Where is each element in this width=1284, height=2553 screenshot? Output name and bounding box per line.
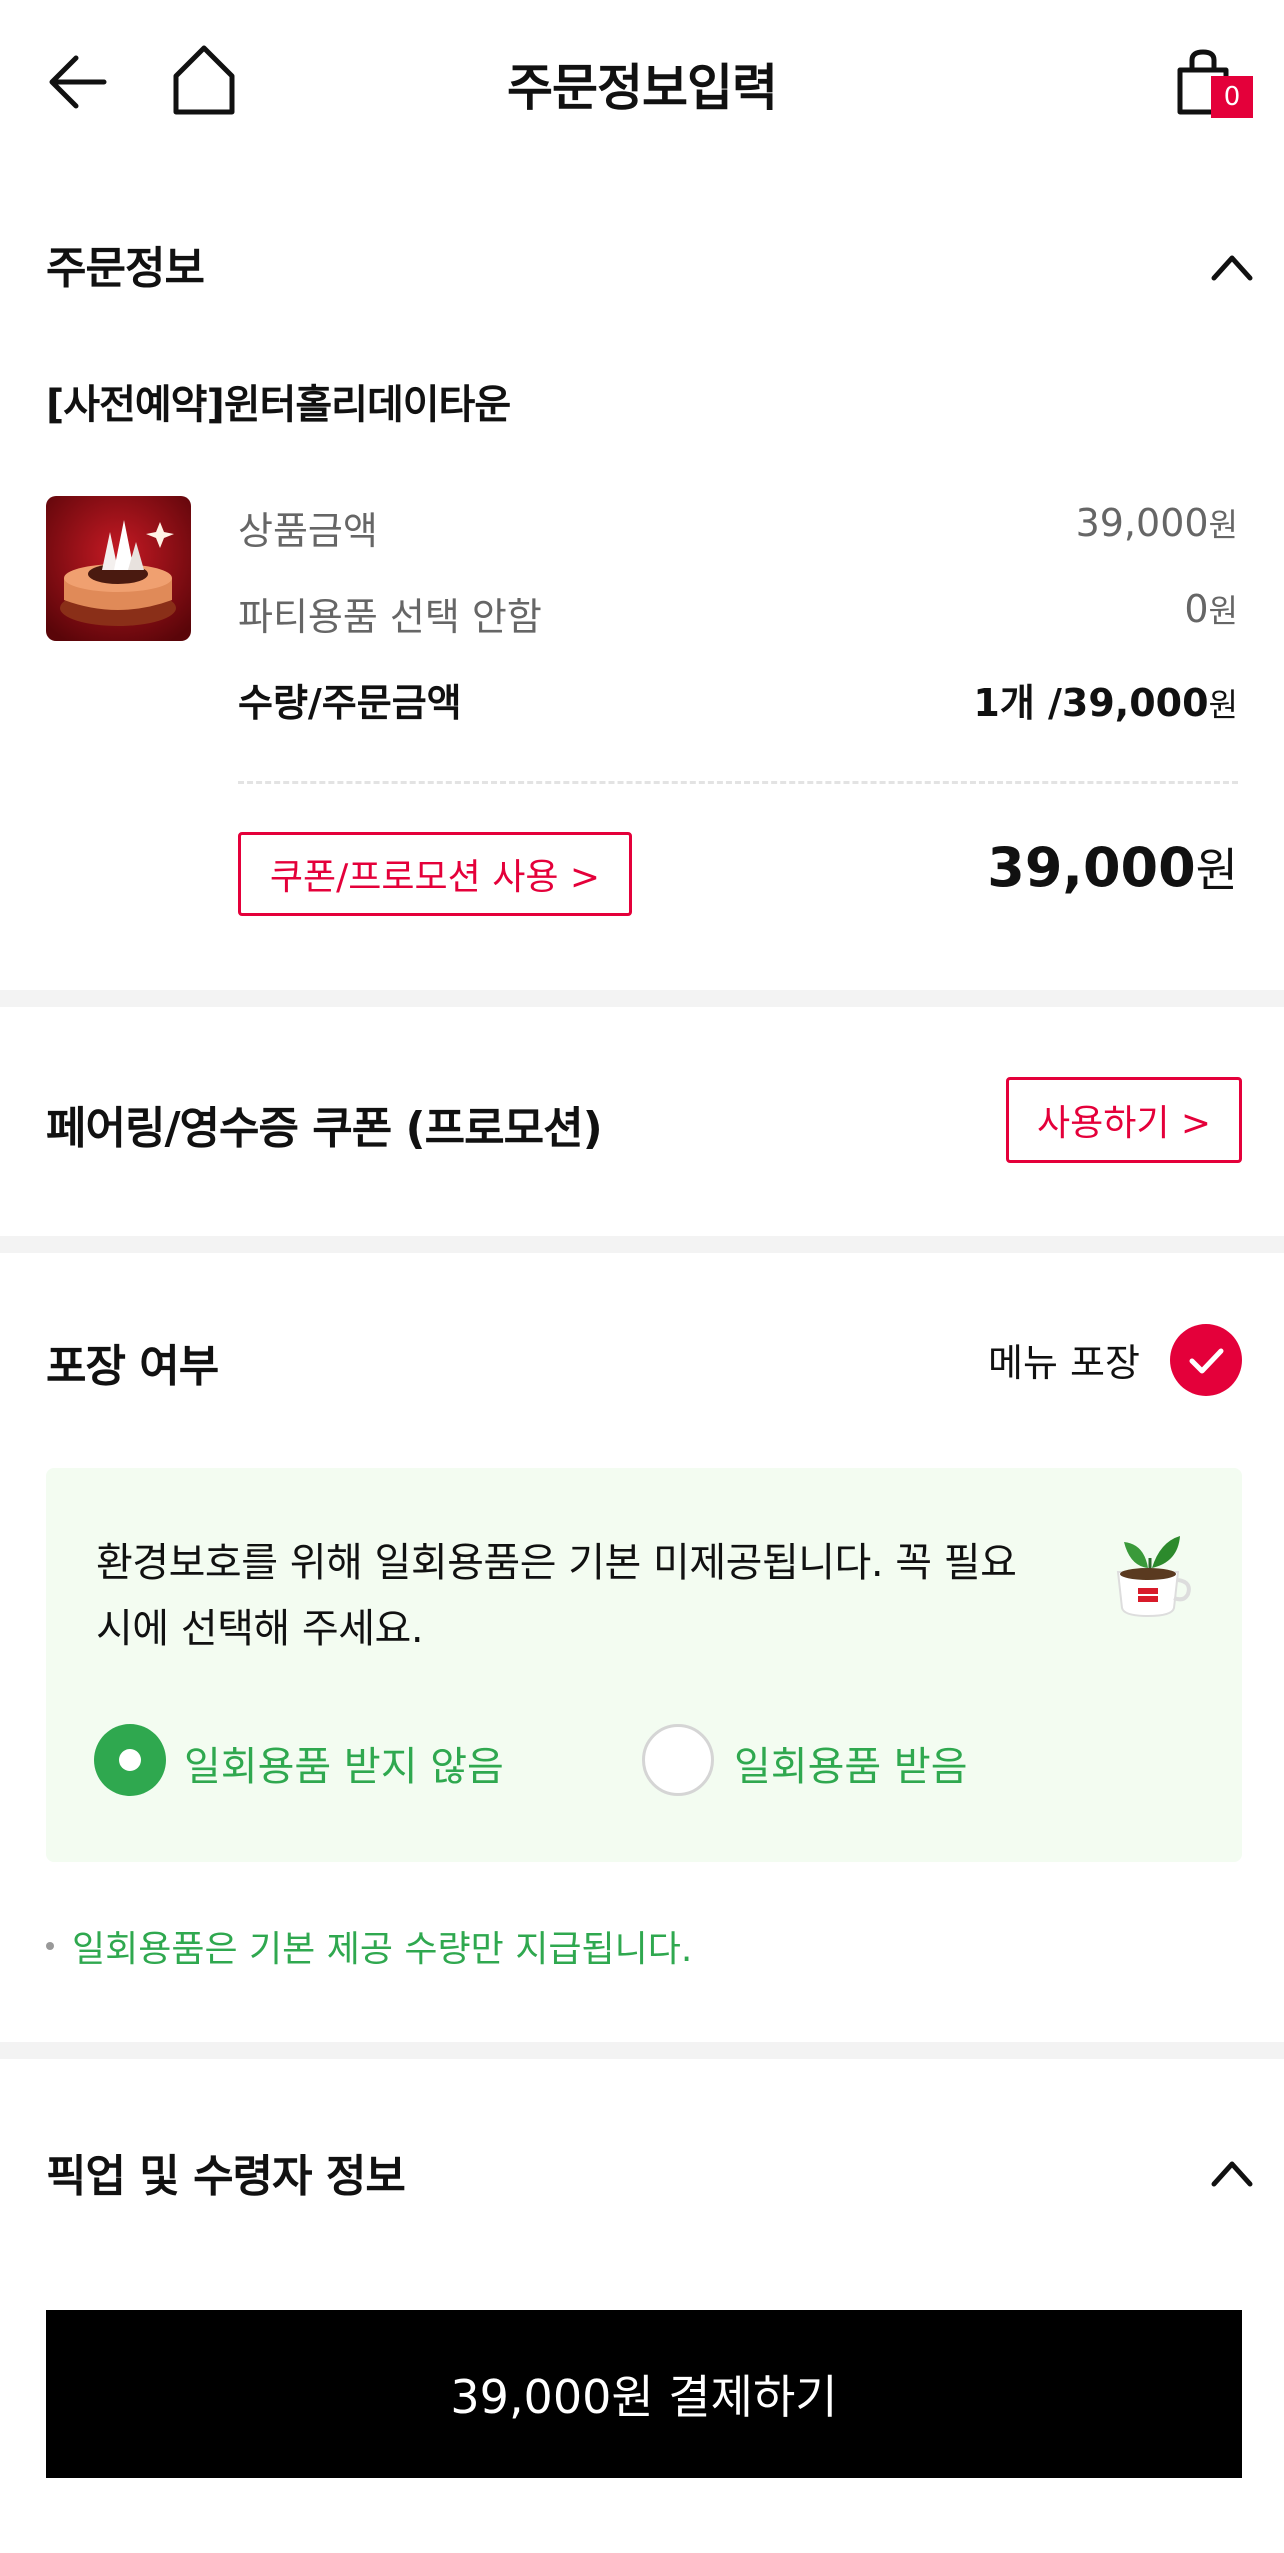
disposables-note: 일회용품은 기본 제공 수량만 지급됩니다. [72, 1929, 693, 1970]
product-name: [사전예약]윈터홀리데이타운 [46, 382, 511, 428]
party-goods-label: 파티용품 선택 안함 [238, 595, 542, 639]
coupon-promotion-button[interactable]: 쿠폰/프로모션 사용 > [238, 832, 632, 916]
pairing-coupon-title: 페어링/영수증 쿠폰 (프로모션) [46, 1103, 603, 1154]
eco-notice-text: 환경보호를 위해 일회용품은 기본 미제공됩니다. 꼭 필요시에 선택해 주세요… [96, 1540, 1017, 1652]
eco-notice-box [46, 1468, 1242, 1862]
quantity-amount-value: 1개 /39,000원 [973, 681, 1238, 725]
cart-count-badge: 0 [1211, 76, 1253, 118]
receive-disposables-radio[interactable] [642, 1724, 714, 1796]
order-info-title: 주문정보 [46, 243, 205, 294]
coffee-cup-icon [1116, 1536, 1191, 1618]
check-icon [1189, 1348, 1224, 1374]
section-divider [0, 2042, 1284, 2059]
menu-packaging-label[interactable]: 메뉴 포장 [988, 1332, 1140, 1387]
packaging-title: 포장 여부 [46, 1341, 219, 1392]
no-disposables-radio[interactable] [94, 1724, 166, 1796]
chevron-up-icon[interactable] [1210, 252, 1254, 282]
use-coupon-button[interactable]: 사용하기 > [1006, 1077, 1242, 1163]
section-divider [0, 990, 1284, 1007]
pay-button[interactable]: 39,000원 결제하기 [46, 2310, 1242, 2478]
dashed-divider [238, 781, 1238, 784]
pickup-info-title: 픽업 및 수령자 정보 [46, 2151, 406, 2202]
order-total: 39,000원 [987, 836, 1238, 899]
receive-disposables-label[interactable]: 일회용품 받음 [734, 1734, 968, 1792]
menu-packaging-checkbox[interactable] [1170, 1324, 1242, 1396]
product-price-value: 39,000원 [1075, 501, 1238, 545]
note-bullet [46, 1942, 54, 1950]
header: 주문정보입력 0 [0, 0, 1284, 160]
no-disposables-label[interactable]: 일회용품 받지 않음 [184, 1734, 504, 1792]
page-title: 주문정보입력 [507, 59, 778, 117]
product-thumbnail [46, 496, 191, 641]
party-goods-value: 0원 [1184, 587, 1238, 631]
quantity-amount-label: 수량/주문금액 [238, 681, 462, 725]
chevron-up-icon[interactable] [1210, 2158, 1254, 2188]
product-price-label: 상품금액 [238, 509, 378, 553]
section-divider [0, 1236, 1284, 1253]
